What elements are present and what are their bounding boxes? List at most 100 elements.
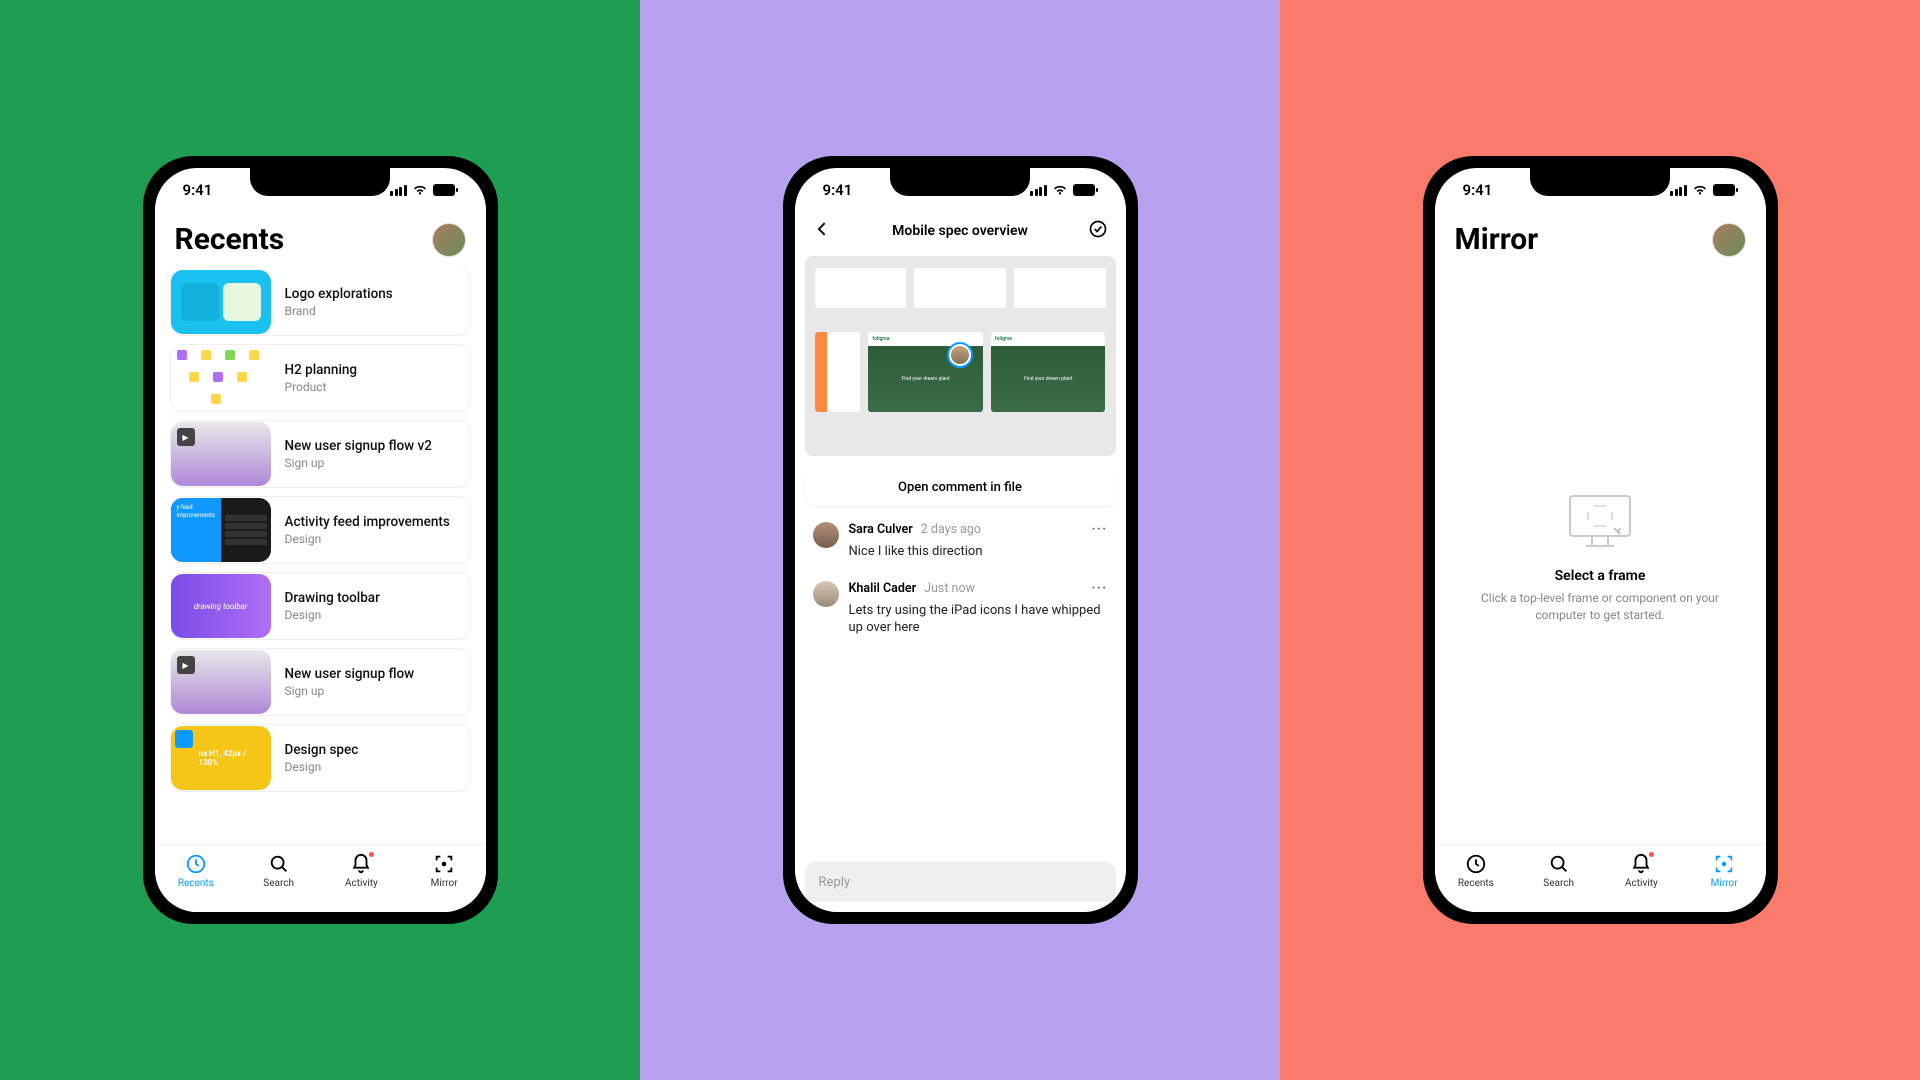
tab-mirror[interactable]: Mirror xyxy=(1694,853,1754,889)
file-item[interactable]: drawing toolbar Drawing toolbarDesign xyxy=(171,573,470,639)
canvas-preview[interactable]: foligmaFind your dream plant foligmaFind… xyxy=(805,256,1116,456)
phone-frame: 9:41 Mirror Select a frame xyxy=(1423,156,1778,924)
phone-notch xyxy=(1530,168,1670,196)
commenter-name: Sara Culver xyxy=(849,522,913,537)
signal-icon xyxy=(390,185,407,196)
commenter-avatar[interactable] xyxy=(813,522,839,548)
comment-time: Just now xyxy=(924,581,975,596)
status-time: 9:41 xyxy=(183,181,213,199)
file-name: New user signup flow xyxy=(285,666,415,682)
mirror-icon xyxy=(433,853,455,875)
play-icon: ▶ xyxy=(177,428,195,446)
battery-icon xyxy=(1073,184,1098,196)
mirror-empty-state: Select a frame Click a top-level frame o… xyxy=(1435,269,1766,844)
tab-mirror[interactable]: Mirror xyxy=(414,853,474,889)
back-button[interactable] xyxy=(813,219,833,243)
tab-search[interactable]: Search xyxy=(1529,853,1589,889)
file-name: New user signup flow v2 xyxy=(285,438,432,454)
comment-pin-icon[interactable] xyxy=(947,342,973,368)
comment-thread: Sara Culver 2 days ago ··· Nice I like t… xyxy=(795,506,1126,862)
phone-screen: 9:41 Mirror Select a frame xyxy=(1435,168,1766,912)
panel-comments-bg: 9:41 Mobile spec overview foligmaFind yo… xyxy=(640,0,1280,1080)
empty-description: Click a top-level frame or component on … xyxy=(1465,590,1736,624)
mirror-header: Mirror xyxy=(1435,212,1766,269)
play-icon: ▶ xyxy=(177,656,195,674)
wifi-icon xyxy=(412,184,428,196)
status-time: 9:41 xyxy=(1463,181,1493,199)
user-avatar[interactable] xyxy=(1712,223,1746,257)
signal-icon xyxy=(1030,185,1047,196)
tab-label: Activity xyxy=(1625,878,1658,889)
comment-item: Sara Culver 2 days ago ··· Nice I like t… xyxy=(813,522,1108,561)
phone-frame: 9:41 Recents Logo explorationsBrand xyxy=(143,156,498,924)
comment-menu-button[interactable]: ··· xyxy=(1092,522,1108,537)
tab-recents[interactable]: Recents xyxy=(166,853,226,889)
open-comment-button[interactable]: Open comment in file xyxy=(805,468,1116,506)
battery-icon xyxy=(433,184,458,196)
reply-input[interactable]: Reply xyxy=(805,862,1116,902)
wifi-icon xyxy=(1052,184,1068,196)
clock-icon xyxy=(1465,853,1487,875)
file-item[interactable]: ▶ New user signup flowSign up xyxy=(171,649,470,715)
status-icons xyxy=(390,184,458,196)
resolve-button[interactable] xyxy=(1088,219,1108,243)
comment-menu-button[interactable]: ··· xyxy=(1092,581,1108,596)
bottom-tabbar: Recents Search Activity Mirror xyxy=(1435,844,1766,912)
notification-dot-icon xyxy=(1648,851,1655,858)
status-time: 9:41 xyxy=(823,181,853,199)
home-indicator xyxy=(260,913,380,918)
comment-header: Mobile spec overview xyxy=(795,216,1126,246)
file-list[interactable]: Logo explorationsBrand H2 planningProduc… xyxy=(155,269,486,844)
comment-item: Khalil Cader Just now ··· Lets try using… xyxy=(813,581,1108,637)
monitor-frame-icon xyxy=(1564,490,1636,554)
status-icons xyxy=(1670,184,1738,196)
commenter-avatar[interactable] xyxy=(813,581,839,607)
wifi-icon xyxy=(1692,184,1708,196)
file-item[interactable]: na H1, 42px / 130% Design specDesign xyxy=(171,725,470,791)
tab-label: Activity xyxy=(345,878,378,889)
mirror-icon xyxy=(1713,853,1735,875)
search-icon xyxy=(1548,853,1570,875)
file-item[interactable]: Logo explorationsBrand xyxy=(171,269,470,335)
file-thumb: ▶ xyxy=(171,422,271,486)
panel-recents-bg: 9:41 Recents Logo explorationsBrand xyxy=(0,0,640,1080)
tab-search[interactable]: Search xyxy=(249,853,309,889)
file-item[interactable]: y feedimprovements Activity feed improve… xyxy=(171,497,470,563)
file-project: Design xyxy=(285,532,450,546)
comment-text: Lets try using the iPad icons I have whi… xyxy=(849,602,1108,637)
tab-activity[interactable]: Activity xyxy=(331,853,391,889)
home-indicator xyxy=(1540,913,1660,918)
comment-time: 2 days ago xyxy=(921,522,981,537)
comment-text: Nice I like this direction xyxy=(849,543,1108,561)
file-name: Drawing toolbar xyxy=(285,590,380,606)
tab-activity[interactable]: Activity xyxy=(1611,853,1671,889)
clock-icon xyxy=(185,853,207,875)
file-project: Sign up xyxy=(285,456,432,470)
file-project: Design xyxy=(285,760,359,774)
recents-title: Recents xyxy=(175,222,285,257)
tab-label: Mirror xyxy=(431,878,458,889)
mirror-title: Mirror xyxy=(1455,222,1539,257)
status-icons xyxy=(1030,184,1098,196)
panel-mirror-bg: 9:41 Mirror Select a frame xyxy=(1280,0,1920,1080)
file-project: Brand xyxy=(285,304,393,318)
tab-label: Recents xyxy=(1458,878,1494,889)
tab-recents[interactable]: Recents xyxy=(1446,853,1506,889)
phone-notch xyxy=(250,168,390,196)
user-avatar[interactable] xyxy=(432,223,466,257)
file-name: H2 planning xyxy=(285,362,358,378)
file-name: Activity feed improvements xyxy=(285,514,450,530)
tab-label: Recents xyxy=(178,878,214,889)
search-icon xyxy=(268,853,290,875)
notification-dot-icon xyxy=(368,851,375,858)
recents-header: Recents xyxy=(155,212,486,269)
home-indicator xyxy=(900,913,1020,918)
tab-label: Mirror xyxy=(1711,878,1738,889)
phone-notch xyxy=(890,168,1030,196)
file-item[interactable]: ▶ New user signup flow v2 Sign up xyxy=(171,421,470,487)
phone-screen: 9:41 Mobile spec overview foligmaFind yo… xyxy=(795,168,1126,912)
file-thumb: drawing toolbar xyxy=(171,574,271,638)
signal-icon xyxy=(1670,185,1687,196)
commenter-name: Khalil Cader xyxy=(849,581,917,596)
file-item[interactable]: H2 planningProduct xyxy=(171,345,470,411)
